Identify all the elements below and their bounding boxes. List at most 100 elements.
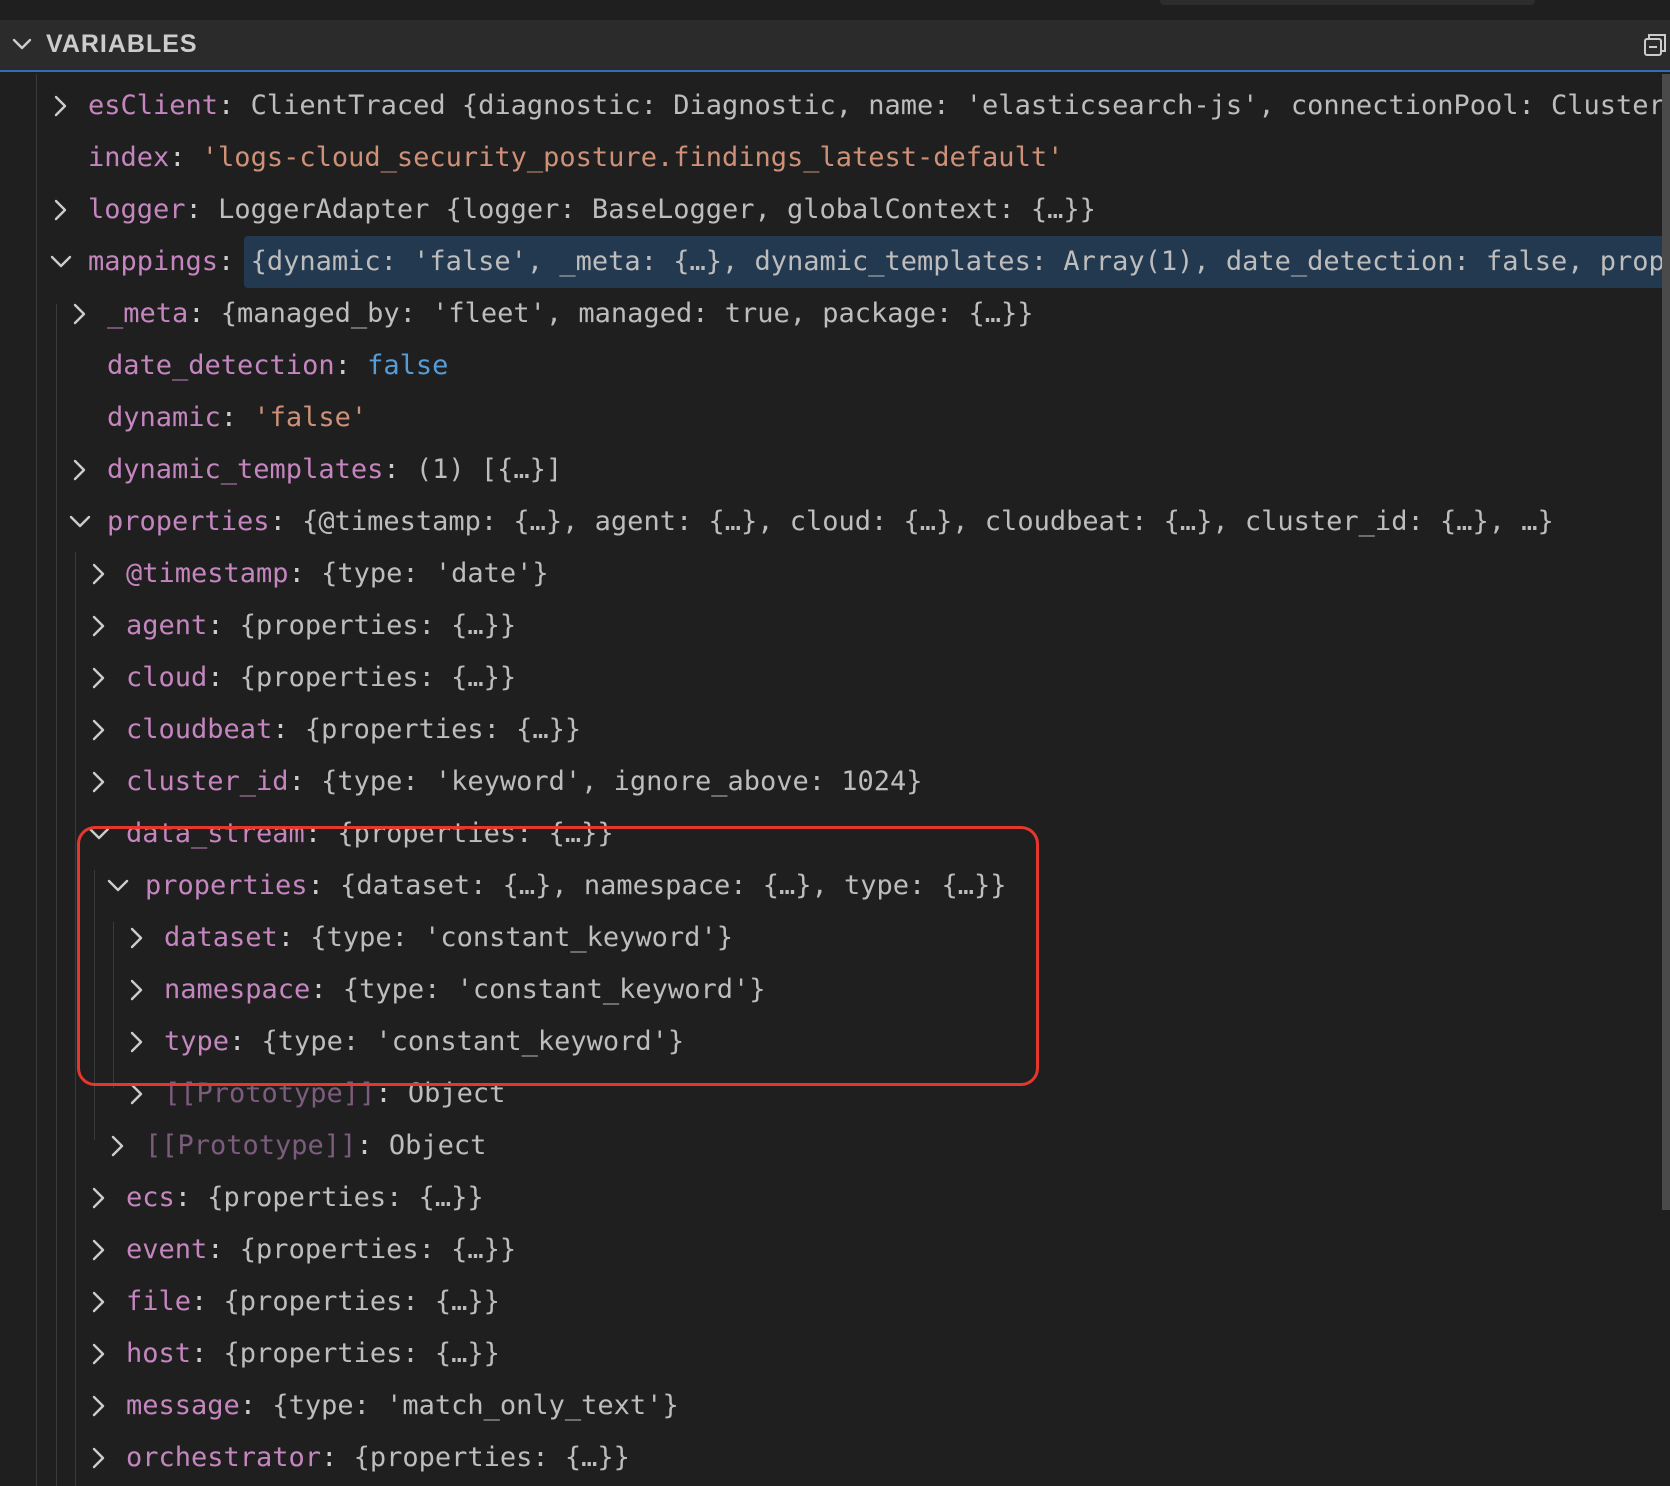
variable-row[interactable]: namespace: {type: 'constant_keyword'}	[0, 964, 1662, 1016]
chevron-right-icon[interactable]	[86, 768, 112, 796]
variable-entry: _meta: {managed_by: 'fleet', managed: tr…	[107, 288, 1034, 340]
variable-entry: agent: {properties: {…}}	[126, 600, 516, 652]
chevron-right-icon[interactable]	[48, 196, 74, 224]
chevron-down-icon[interactable]	[48, 248, 74, 276]
key-separator: :	[207, 662, 240, 693]
chevron-down-icon[interactable]	[86, 820, 112, 848]
top-search-pill[interactable]	[1160, 0, 1535, 5]
chevron-right-icon[interactable]	[124, 1080, 150, 1108]
variable-key: cloud	[126, 662, 208, 693]
variable-row[interactable]: host: {properties: {…}}	[0, 1328, 1662, 1380]
variable-row[interactable]: data_stream: {properties: {…}}	[0, 808, 1662, 860]
variable-key: data_stream	[126, 818, 305, 849]
variable-entry: orchestrator: {properties: {…}}	[126, 1432, 630, 1484]
variable-row[interactable]: type: {type: 'constant_keyword'}	[0, 1016, 1662, 1068]
chevron-right-icon[interactable]	[124, 976, 150, 1004]
variable-row[interactable]: properties: {@timestamp: {…}, agent: {…}…	[0, 496, 1662, 548]
variable-key: cluster_id	[126, 766, 289, 797]
chevron-down-icon[interactable]	[67, 508, 93, 536]
variable-row[interactable]: index: 'logs-cloud_security_posture.find…	[0, 132, 1662, 184]
variable-key: esClient	[88, 90, 219, 121]
chevron-right-icon[interactable]	[105, 1132, 131, 1160]
variable-row[interactable]: message: {type: 'match_only_text'}	[0, 1380, 1662, 1432]
variable-row[interactable]: _meta: {managed_by: 'fleet', managed: tr…	[0, 288, 1662, 340]
variable-entry: @timestamp: {type: 'date'}	[126, 548, 549, 600]
chevron-right-icon[interactable]	[67, 456, 93, 484]
variable-row[interactable]: event: {properties: {…}}	[0, 1224, 1662, 1276]
variable-key: date_detection	[107, 350, 335, 381]
variable-key: @timestamp	[126, 558, 289, 589]
variable-row[interactable]: esClient: ClientTraced {diagnostic: Diag…	[0, 80, 1662, 132]
variables-tree: esClient: ClientTraced {diagnostic: Diag…	[0, 74, 1662, 1486]
key-separator: :	[288, 558, 322, 589]
variable-key: orchestrator	[126, 1442, 322, 1473]
chevron-down-icon[interactable]	[105, 872, 131, 900]
chevron-right-icon[interactable]	[86, 1184, 112, 1212]
variable-value: {properties: {…}}	[239, 610, 517, 641]
variable-entry: properties: {@timestamp: {…}, agent: {…}…	[107, 496, 1554, 548]
variable-value: {properties: {…}}	[223, 1286, 500, 1317]
chevron-right-icon[interactable]	[86, 560, 112, 588]
variable-row[interactable]: mappings: {dynamic: 'false', _meta: {…},…	[0, 236, 1662, 288]
chevron-right-icon[interactable]	[86, 1340, 112, 1368]
key-separator: :	[356, 1130, 389, 1161]
key-separator: :	[307, 870, 341, 901]
key-separator: :	[321, 1442, 354, 1473]
variable-row[interactable]: cluster_id: {type: 'keyword', ignore_abo…	[0, 756, 1662, 808]
chevron-right-icon[interactable]	[67, 300, 93, 328]
variables-section-header[interactable]: VARIABLES	[0, 20, 1670, 72]
variable-value: {type: 'match_only_text'}	[272, 1390, 679, 1421]
key-separator: :	[174, 1182, 208, 1213]
vertical-scrollbar[interactable]	[1662, 74, 1670, 1210]
variable-row[interactable]: dataset: {type: 'constant_keyword'}	[0, 912, 1662, 964]
chevron-right-icon[interactable]	[124, 1028, 150, 1056]
chevron-down-icon[interactable]	[8, 30, 36, 58]
variable-key: event	[126, 1234, 208, 1265]
variable-row[interactable]: dynamic_templates: (1) [{…}]	[0, 444, 1662, 496]
key-separator: :	[239, 1390, 273, 1421]
chevron-right-icon[interactable]	[124, 924, 150, 952]
variable-row[interactable]: cloud: {properties: {…}}	[0, 652, 1662, 704]
variable-row[interactable]: cloudbeat: {properties: {…}}	[0, 704, 1662, 756]
variable-row[interactable]: ecs: {properties: {…}}	[0, 1172, 1662, 1224]
variable-row[interactable]: date_detection: false	[0, 340, 1662, 392]
key-separator: :	[383, 454, 416, 485]
variable-row[interactable]: logger: LoggerAdapter {logger: BaseLogge…	[0, 184, 1662, 236]
chevron-right-icon[interactable]	[86, 612, 112, 640]
collapse-all-icon[interactable]	[1640, 30, 1670, 60]
variable-entry: data_stream: {properties: {…}}	[126, 808, 614, 860]
chevron-right-icon[interactable]	[86, 1288, 112, 1316]
variable-row[interactable]: [[Prototype]]: Object	[0, 1068, 1662, 1120]
variable-entry: esClient: ClientTraced {diagnostic: Diag…	[88, 80, 1662, 132]
variable-key: ecs	[126, 1182, 175, 1213]
chevron-right-icon[interactable]	[86, 1444, 112, 1472]
variable-row[interactable]: properties: {dataset: {…}, namespace: {……	[0, 860, 1662, 912]
chevron-right-icon[interactable]	[86, 664, 112, 692]
variable-value: {dataset: {…}, namespace: {…}, type: {…}…	[340, 870, 1007, 901]
key-separator: :	[304, 818, 338, 849]
key-separator: :	[218, 90, 251, 121]
variable-value: {type: 'constant_keyword'}	[261, 1026, 685, 1057]
key-separator: :	[207, 1234, 240, 1265]
variable-row[interactable]: agent: {properties: {…}}	[0, 600, 1662, 652]
variable-row[interactable]: @timestamp: {type: 'date'}	[0, 548, 1662, 600]
variable-entry: mappings: {dynamic: 'false', _meta: {…},…	[88, 236, 1662, 288]
variable-row[interactable]: dynamic: 'false'	[0, 392, 1662, 444]
variable-value: {type: 'constant_keyword'}	[342, 974, 766, 1005]
section-title: VARIABLES	[46, 30, 198, 58]
variable-row[interactable]: [[Prototype]]: Object	[0, 1120, 1662, 1172]
variable-key: type	[164, 1026, 230, 1057]
key-separator: :	[191, 1338, 224, 1369]
variable-key: dynamic	[107, 402, 221, 433]
key-separator: :	[310, 974, 343, 1005]
chevron-right-icon[interactable]	[86, 1392, 112, 1420]
variable-row[interactable]: file: {properties: {…}}	[0, 1276, 1662, 1328]
variable-key: [[Prototype]]	[164, 1078, 376, 1109]
variable-row[interactable]: orchestrator: {properties: {…}}	[0, 1432, 1662, 1484]
chevron-right-icon[interactable]	[86, 716, 112, 744]
chevron-right-icon[interactable]	[48, 92, 74, 120]
variable-entry: [[Prototype]]: Object	[145, 1120, 486, 1172]
variable-entry: [[Prototype]]: Object	[164, 1068, 505, 1120]
chevron-right-icon[interactable]	[86, 1236, 112, 1264]
variable-key: dynamic_templates	[107, 454, 384, 485]
